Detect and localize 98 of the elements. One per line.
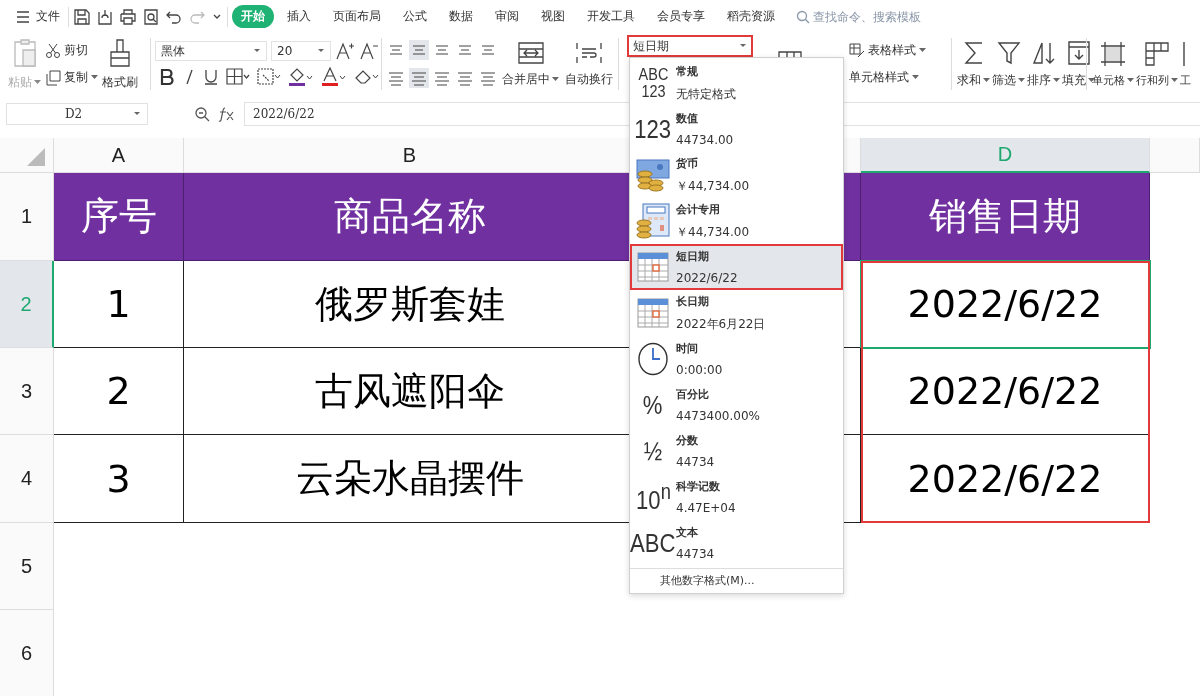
caret-icon	[253, 48, 261, 54]
caret-icon	[552, 76, 559, 82]
underline-icon[interactable]	[203, 68, 219, 86]
fill-color-icon[interactable]	[288, 67, 314, 87]
ribbon-tab[interactable]: 审阅	[486, 5, 528, 28]
sum-button[interactable]: 求和	[956, 35, 991, 93]
header-cell: 销售日期	[861, 173, 1150, 261]
caret-icon	[1127, 77, 1134, 83]
row-header[interactable]: 4	[0, 435, 54, 523]
calculator-coins-icon	[635, 203, 671, 239]
bold-icon[interactable]	[159, 68, 175, 86]
glyph-icon: 10$^{n}$	[635, 481, 671, 513]
wrap-text-button[interactable]: 自动换行	[563, 36, 615, 92]
header-cell: 序号	[54, 173, 184, 261]
caret-icon	[133, 111, 141, 117]
print-preview-icon[interactable]	[142, 7, 160, 26]
glyph-icon: 123	[634, 116, 672, 142]
cell-style-button[interactable]: 单元格样式	[849, 69, 926, 86]
caret-icon	[91, 75, 98, 80]
caret-icon	[1171, 77, 1178, 83]
triangle-icon	[27, 148, 45, 166]
caret-icon	[317, 48, 325, 54]
ribbon-tab[interactable]: 页面布局	[324, 5, 390, 28]
table-pen-icon	[849, 42, 865, 59]
ribbon-tab[interactable]: 开发工具	[578, 5, 644, 28]
table-style-button[interactable]: 表格样式	[849, 42, 926, 59]
glyph-icon: ABC	[630, 530, 676, 556]
row-header[interactable]: 3	[0, 348, 54, 435]
ribbon-tab[interactable]: 公式	[394, 5, 436, 28]
font-name-field[interactable]: 黑体	[155, 41, 267, 61]
name-box[interactable]: D2	[6, 103, 148, 125]
caret-icon	[1018, 77, 1025, 83]
row-header[interactable]: 1	[0, 173, 54, 261]
row-header[interactable]: 6	[0, 610, 54, 696]
glyph-icon: ½	[643, 438, 663, 464]
cell-style-icon[interactable]	[257, 68, 281, 86]
rows-columns-icon	[1144, 40, 1170, 67]
table-cell: 3	[54, 435, 184, 523]
table-cell: 2022/6/22	[861, 348, 1150, 435]
scissors-icon	[45, 42, 61, 59]
function-icon[interactable]	[218, 106, 236, 122]
caret-icon	[919, 48, 926, 53]
calendar-icon	[637, 252, 669, 282]
table-cell: 2	[54, 348, 184, 435]
filter-button[interactable]: 筛选	[991, 35, 1026, 93]
ribbon-tab[interactable]: 稻壳资源	[718, 5, 784, 28]
row-header[interactable]: 5	[0, 523, 54, 610]
merge-cells-icon	[516, 40, 545, 65]
banknote-coins-icon	[635, 158, 671, 192]
ribbon-tab[interactable]: 插入	[278, 5, 320, 28]
clipboard-icon	[11, 37, 38, 68]
format-painter-button[interactable]: 格式刷	[100, 33, 140, 95]
table-cell: 2022/6/22	[861, 261, 1150, 348]
caret-icon	[1053, 77, 1060, 83]
copy-icon	[45, 69, 61, 86]
glyph-icon: %	[643, 392, 663, 418]
zoom-icon[interactable]	[194, 106, 210, 122]
format-option[interactable]: ABC 123 常规 无特定格式	[630, 60, 843, 106]
more-formats-item[interactable]: 其他数字格式(M)...	[630, 573, 843, 589]
font-color-icon[interactable]	[321, 67, 347, 87]
cell-icon	[1100, 40, 1126, 67]
print-icon[interactable]	[119, 7, 137, 26]
ribbon-tab[interactable]: 会员专享	[648, 5, 714, 28]
borders-icon[interactable]	[226, 68, 250, 86]
worksheet-button[interactable]: 工	[1179, 36, 1192, 92]
caret-icon	[739, 43, 747, 49]
funnel-icon	[996, 39, 1021, 66]
ribbon-tab[interactable]: 数据	[440, 5, 482, 28]
decrease-font-icon[interactable]	[359, 41, 379, 61]
table-cell: 1	[54, 261, 184, 348]
menu-icon	[16, 10, 30, 23]
increase-font-icon[interactable]	[335, 41, 355, 61]
file-menu[interactable]: 文件	[12, 6, 64, 27]
table-cell: 2022/6/22	[861, 435, 1150, 523]
save-icon[interactable]	[73, 7, 91, 26]
caret-icon	[983, 77, 990, 83]
clock-icon	[637, 342, 669, 376]
calendar-icon	[637, 298, 669, 328]
wrap-text-icon	[575, 40, 603, 65]
number-format-field[interactable]: 短日期	[627, 35, 753, 57]
sort-button[interactable]: 排序	[1026, 35, 1061, 93]
merge-center-button[interactable]: 合并居中	[500, 36, 561, 92]
eraser-icon[interactable]	[354, 68, 380, 86]
font-size-field[interactable]: 20	[271, 41, 331, 61]
rows-columns-button[interactable]: 行和列	[1135, 36, 1179, 92]
export-icon[interactable]	[96, 7, 114, 26]
brush-icon	[108, 37, 132, 68]
caret-icon	[34, 79, 41, 85]
glyph-icon: ABC 123	[638, 66, 668, 100]
format-option[interactable]: 短日期 2022/6/22	[630, 244, 843, 290]
search-icon	[796, 9, 810, 24]
ribbon-tab[interactable]: 视图	[532, 5, 574, 28]
fill-down-icon	[1066, 39, 1091, 66]
cell-button[interactable]: 单元格	[1091, 36, 1135, 92]
cut-button[interactable]: 剪切	[45, 42, 98, 59]
copy-button[interactable]: 复制	[45, 69, 98, 86]
column-header[interactable]: A	[54, 138, 184, 173]
caret-icon	[912, 75, 919, 80]
